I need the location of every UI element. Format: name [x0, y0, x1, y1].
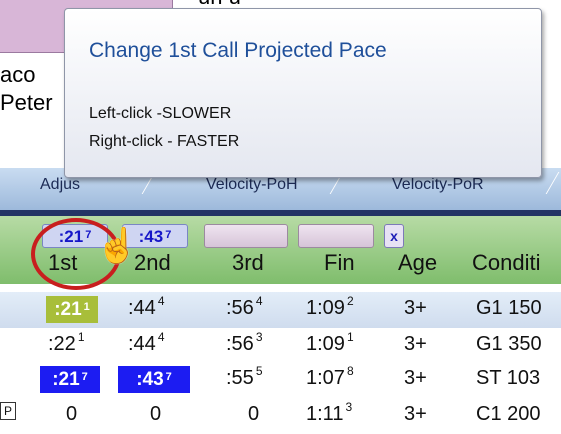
- cell-value: :43: [136, 369, 164, 390]
- partial-top-text: un u: [198, 0, 241, 8]
- cell-fin: 1:07 8: [306, 364, 354, 390]
- cell-sup: 7: [81, 371, 88, 383]
- cell-2nd: 0: [150, 403, 162, 425]
- cell-age: 3+: [404, 403, 427, 425]
- tab-adjust[interactable]: Adjus: [40, 176, 80, 194]
- column-header-3rd: 3rd: [232, 250, 264, 275]
- cell-age: 3+: [404, 367, 427, 389]
- cell-value: :44: [128, 297, 156, 319]
- cell-value: 1:11: [306, 403, 344, 425]
- clear-pace-button[interactable]: x: [384, 224, 404, 248]
- first-call-badge: :21 7: [40, 366, 100, 393]
- cell-sup: 1: [77, 330, 85, 344]
- cell-2nd: :44 4: [128, 294, 165, 320]
- cell-sup: 4: [157, 294, 165, 308]
- cell-fin: 1:09 2: [306, 294, 354, 320]
- table-row[interactable]: :22 1 :44 4 :56 3 1:09 1 3+ G1 350: [0, 328, 561, 364]
- cell-conditions: G1 350: [476, 333, 542, 355]
- cell-sup: 4: [157, 330, 165, 344]
- tab-velocity-por[interactable]: Velocity-PoR: [392, 176, 484, 194]
- second-call-value: :43: [138, 227, 164, 246]
- cell-age: 3+: [404, 297, 427, 319]
- cell-value: :44: [128, 333, 156, 355]
- cell-3rd: 0: [248, 403, 260, 425]
- cell-sup: 8: [346, 364, 354, 378]
- cell-value: 1:09: [306, 333, 345, 355]
- cell-3rd: :56 3: [226, 330, 263, 356]
- pace-tooltip: Change 1st Call Projected Pace Left-clic…: [64, 8, 542, 178]
- cell-sup: 3: [255, 330, 263, 344]
- cell-2nd: :44 4: [128, 330, 165, 356]
- cell-fin: 1:09 1: [306, 330, 354, 356]
- cell-sup: 1: [83, 301, 90, 313]
- tab-velocity-poh[interactable]: Velocity-PoH: [206, 176, 298, 194]
- table-row[interactable]: P 0 0 0 1:11 3 3+ C1 200: [0, 398, 561, 434]
- column-header-fin: Fin: [324, 250, 355, 275]
- finish-pace-button[interactable]: [298, 224, 374, 248]
- cell-sup: 7: [165, 371, 172, 383]
- cell-1st: :22 1: [48, 330, 85, 356]
- partial-left-text-1: aco: [0, 62, 36, 87]
- cell-value: :22: [48, 333, 76, 355]
- table-row[interactable]: :21 1 :44 4 :56 4 1:09 2 3+ G1 150: [0, 292, 561, 328]
- cell-sup: 1: [346, 330, 354, 344]
- cell-age: 3+: [404, 333, 427, 355]
- tooltip-title: Change 1st Call Projected Pace: [89, 39, 387, 62]
- cell-sup: 4: [255, 294, 263, 308]
- second-call-badge: :43 7: [118, 366, 190, 393]
- second-call-sup: 7: [165, 229, 172, 241]
- cell-conditions: G1 150: [476, 297, 542, 319]
- cell-value: :55: [226, 367, 254, 389]
- column-header-2nd: 2nd: [134, 250, 171, 275]
- column-header-conditions: Conditi: [472, 250, 541, 275]
- cell-sup: 2: [346, 294, 354, 308]
- cell-value: :56: [226, 297, 254, 319]
- tooltip-line-left-click: Left-click -SLOWER: [89, 105, 232, 122]
- cell-3rd: :55 5: [226, 364, 263, 390]
- cell-value: :56: [226, 333, 254, 355]
- cell-3rd: :56 4: [226, 294, 263, 320]
- cell-value: :21: [54, 299, 82, 320]
- cell-value: 1:09: [306, 297, 345, 319]
- cell-conditions: ST 103: [476, 367, 541, 389]
- partial-left-text-2: Peter: [0, 90, 53, 115]
- third-call-pace-button[interactable]: [204, 224, 288, 248]
- cell-conditions: C1 200: [476, 403, 541, 425]
- first-call-badge: :21 1: [46, 296, 98, 323]
- cell-sup: 3: [345, 400, 353, 414]
- hand-pointer-icon: ☝: [96, 227, 139, 265]
- cell-value: :21: [52, 369, 80, 390]
- row-marker[interactable]: P: [0, 402, 16, 420]
- table-row[interactable]: :21 7 :43 7 :55 5 1:07 8 3+ ST 103: [0, 362, 561, 398]
- cell-1st: 0: [66, 403, 78, 425]
- cell-sup: 5: [255, 364, 263, 378]
- cell-fin: 1:11 3: [306, 400, 353, 426]
- tab-separator: [545, 172, 560, 194]
- tooltip-line-right-click: Right-click - FASTER: [89, 133, 240, 150]
- cell-value: 1:07: [306, 367, 345, 389]
- column-header-age: Age: [398, 250, 438, 275]
